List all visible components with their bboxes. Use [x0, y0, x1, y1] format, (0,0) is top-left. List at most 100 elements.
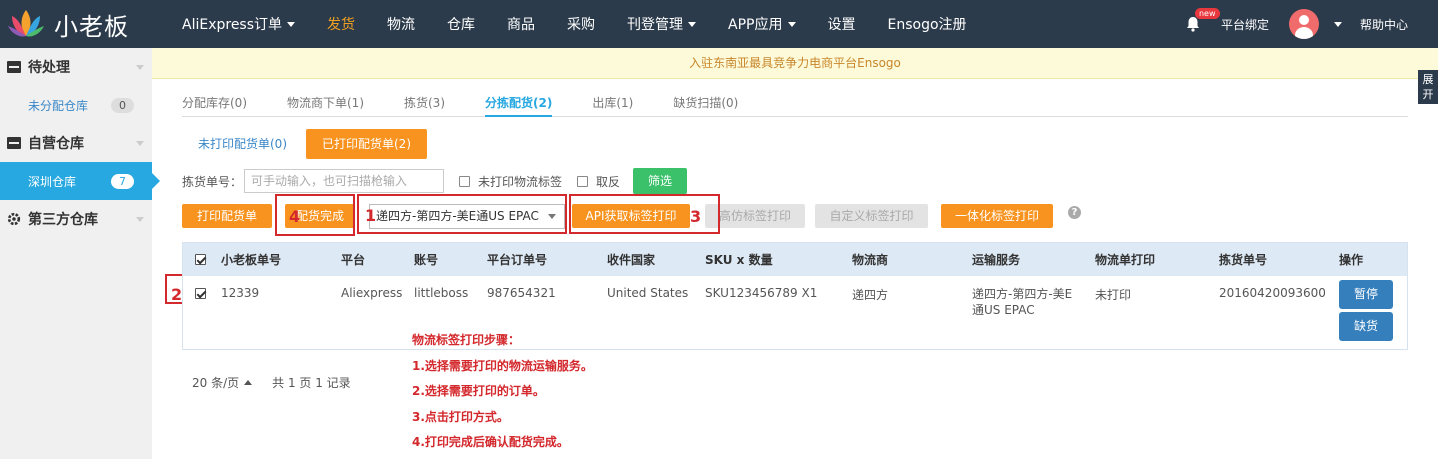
carrier: 递四方	[852, 288, 889, 302]
status-tab[interactable]: 拣货(3)	[404, 94, 445, 117]
table-row: 12339 Aliexpress littleboss 987654321 Un…	[183, 276, 1407, 349]
step-item: 2.选择需要打印的订单。	[412, 384, 545, 398]
sidebar-group-pending[interactable]: 待处理	[0, 48, 152, 86]
chevron-down-icon	[136, 65, 144, 70]
status-tab[interactable]: 出库(1)	[592, 94, 633, 117]
bell-icon[interactable]: new	[1185, 8, 1220, 32]
platform-bind-link[interactable]: 平台绑定	[1221, 16, 1269, 33]
platform: Aliexpress	[341, 286, 403, 300]
nav-item-label: 采购	[567, 17, 596, 33]
status-tab[interactable]: 分配库存(0)	[182, 94, 247, 117]
sidebar-item-unassigned[interactable]: 未分配仓库 0	[0, 86, 152, 124]
sidebar-group-own-warehouse[interactable]: 自营仓库	[0, 124, 152, 162]
integrated-label-print-button[interactable]: 一体化标签打印	[941, 204, 1053, 228]
row-checkbox[interactable]	[195, 288, 206, 299]
sidebar-item-label: 未分配仓库	[28, 98, 89, 113]
nav-item[interactable]: 刊登管理	[627, 14, 697, 34]
logo-text: 小老板	[54, 12, 129, 41]
pick-no: 20160420093600	[1219, 286, 1326, 300]
filter-button[interactable]: 筛选	[633, 168, 688, 194]
col-header: SKU x 数量	[705, 253, 773, 267]
status-tab[interactable]: 缺货扫描(0)	[673, 94, 738, 117]
nav-item[interactable]: 商品	[507, 14, 535, 34]
sidebar-group-third-party[interactable]: 第三方仓库	[0, 200, 152, 238]
gear-icon	[7, 212, 21, 226]
nav-item[interactable]: 采购	[567, 14, 595, 34]
status-tab[interactable]: 分拣配货(2)	[485, 94, 553, 117]
annotation-number-4: 4	[289, 207, 301, 226]
help-icon[interactable]: ?	[1068, 206, 1081, 219]
page-summary: 共 1 页 1 记录	[272, 376, 351, 390]
logo[interactable]: 小老板	[6, 6, 129, 42]
col-header: 物流商	[852, 253, 889, 267]
page-size-select[interactable]: 20 条/页	[192, 374, 239, 391]
country: United States	[607, 286, 689, 300]
steps-title: 物流标签打印步骤：	[412, 333, 521, 347]
step-item: 1.选择需要打印的物流运输服务。	[412, 358, 593, 373]
col-header: 平台订单号	[487, 253, 548, 267]
print-status-tabs: 未打印配货单(0) 已打印配货单(2)	[182, 129, 430, 159]
nav-item-label: AliExpress订单	[182, 17, 283, 33]
platform-order-no: 987654321	[487, 286, 556, 300]
nav-item[interactable]: 发货	[327, 14, 355, 34]
nav-item-label: 发货	[327, 17, 356, 33]
count-badge: 7	[111, 174, 134, 189]
chevron-down-icon	[787, 21, 796, 27]
annotation-box-1	[357, 194, 567, 234]
nav-item[interactable]: AliExpress订单	[182, 14, 296, 34]
inbox-icon	[7, 61, 21, 73]
avatar[interactable]	[1288, 9, 1319, 39]
promo-banner[interactable]: 入驻东南亚最具竞争力电商平台Ensogo	[152, 48, 1438, 79]
nav-item[interactable]: Ensogo注册	[888, 14, 967, 34]
annotation-number-3: 3	[690, 207, 702, 226]
main-nav: AliExpress订单 发货 物流 仓库 商品 采购 刊登管理 APP应用 设置 Ensogo注…	[182, 0, 999, 48]
nav-item-label: APP应用	[728, 17, 783, 33]
status-tabs: 分配库存(0) 物流商下单(1) 拣货(3) 分拣配货(2) 出库(1) 缺货扫描(0)	[182, 94, 1408, 117]
col-header: 运输服务	[972, 253, 1021, 267]
nav-item-label: 设置	[827, 17, 856, 33]
invert-checkbox[interactable]	[577, 175, 589, 187]
table-header: 小老板单号 平台 账号 平台订单号 收件国家 SKU x 数量 物流商 运输服务…	[183, 243, 1407, 276]
print-status-tab[interactable]: 已打印配货单(2)	[306, 129, 427, 159]
order-id: 12339	[221, 286, 260, 300]
out-of-stock-button[interactable]: 缺货	[1339, 312, 1393, 341]
step-item: 4.打印完成后确认配货完成。	[412, 435, 569, 449]
select-all-checkbox[interactable]	[195, 254, 206, 265]
pause-button[interactable]: 暂停	[1339, 280, 1393, 309]
label-print-status: 未打印	[1095, 288, 1132, 302]
pick-no-input[interactable]: 可手动输入，也可扫描枪输入	[244, 169, 445, 193]
banner-text[interactable]: 入驻东南亚最具竞争力电商平台Ensogo	[689, 56, 901, 70]
nav-item-label: 刊登管理	[627, 17, 684, 33]
col-header: 拣货单号	[1219, 253, 1268, 267]
annotation-number-2: 2	[171, 285, 183, 304]
print-status-tab[interactable]: 未打印配货单(0)	[182, 129, 303, 159]
custom-label-print-button[interactable]: 自定义标签打印	[815, 204, 928, 228]
caret-up-icon[interactable]	[244, 380, 253, 385]
col-header: 账号	[414, 253, 439, 267]
chevron-down-icon[interactable]	[1333, 21, 1342, 27]
filter-bar: 拣货单号： 可手动输入，也可扫描枪输入 未打印物流标签 取反 筛选	[182, 168, 688, 194]
print-picklist-button[interactable]: 打印配货单	[182, 204, 272, 228]
nav-item[interactable]: 物流	[387, 14, 415, 34]
unprinted-label-checkbox[interactable]	[459, 175, 471, 187]
nav-item[interactable]: APP应用	[728, 14, 796, 34]
help-center-link[interactable]: 帮助中心	[1360, 16, 1408, 33]
unprinted-label-text: 未打印物流标签	[478, 174, 563, 189]
expand-button[interactable]: 展开	[1418, 70, 1438, 104]
sidebar-item-shenzhen[interactable]: 深圳仓库 7	[0, 162, 160, 200]
pagination: 20 条/页 共 1 页 1 记录	[192, 374, 351, 391]
imitation-label-print-button[interactable]: 高仿标签打印	[705, 204, 805, 228]
step-item: 3.点击打印方式。	[412, 409, 509, 424]
sku-qty: SKU123456789 X1	[705, 286, 818, 300]
nav-item[interactable]: 设置	[828, 14, 856, 34]
count-badge: 0	[111, 98, 134, 113]
nav-item[interactable]: 仓库	[447, 14, 475, 34]
chevron-down-icon	[688, 21, 697, 27]
nav-item-label: 物流	[387, 17, 416, 33]
status-tab[interactable]: 物流商下单(1)	[287, 94, 364, 117]
sidebar: 待处理 未分配仓库 0 自营仓库 深圳仓库 7 第三方仓库	[0, 48, 160, 459]
new-badge: new	[1194, 8, 1220, 19]
col-header: 平台	[341, 253, 366, 267]
nav-item-label: 商品	[507, 17, 536, 33]
col-header: 小老板单号	[221, 253, 282, 267]
